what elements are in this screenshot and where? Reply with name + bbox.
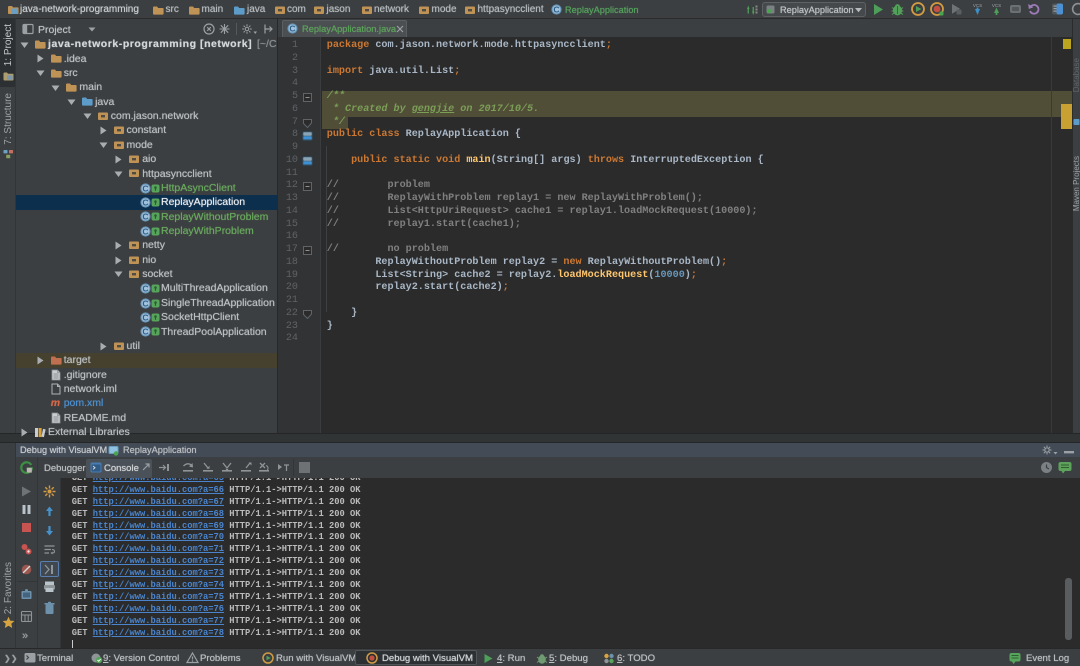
svg-text:C: C	[142, 226, 148, 236]
svg-text:C: C	[553, 5, 559, 15]
svg-text:C: C	[142, 198, 148, 208]
svg-text:C: C	[142, 183, 148, 193]
svg-text:C: C	[142, 284, 148, 294]
svg-text:C: C	[142, 327, 148, 337]
svg-text:C: C	[142, 313, 148, 323]
svg-text:C: C	[142, 298, 148, 308]
svg-text:VCS: VCS	[973, 3, 982, 8]
svg-text:VCS: VCS	[992, 3, 1001, 8]
svg-text:C: C	[289, 24, 295, 34]
svg-text:C: C	[142, 212, 148, 222]
